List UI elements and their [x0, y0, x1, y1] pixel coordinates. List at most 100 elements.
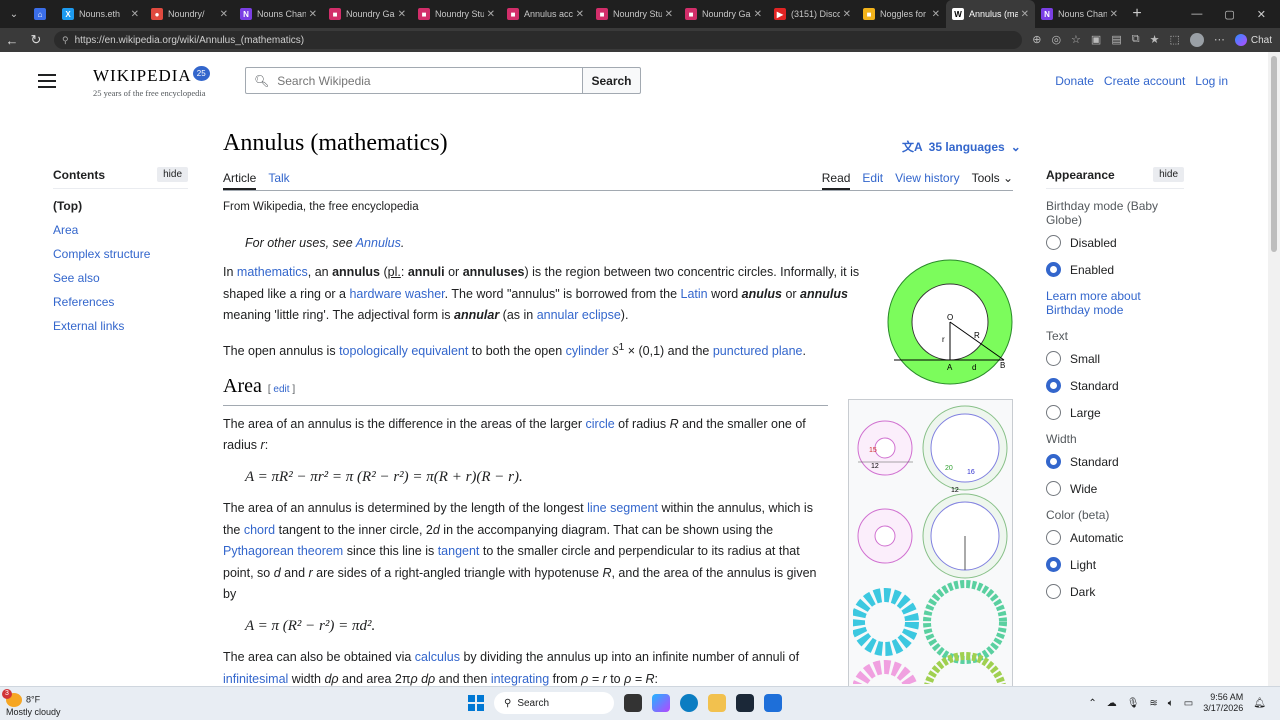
tab-list-button[interactable]: ⌄ — [0, 0, 28, 28]
tray-overflow-icon[interactable]: ⌃ — [1088, 698, 1096, 709]
tab-close-icon[interactable]: ✕ — [220, 9, 228, 20]
wikipedia-logo[interactable]: WIKIPEDIA 25 25 years of the free encyclo… — [93, 66, 210, 98]
radio-option[interactable]: Enabled — [1046, 262, 1184, 277]
link-latin[interactable]: Latin — [681, 287, 708, 301]
tools-menu[interactable]: Tools ⌄ — [972, 171, 1013, 190]
browser-tab[interactable]: ■ Noggles for N✕ — [857, 0, 946, 28]
toc-item[interactable]: External links — [53, 319, 188, 333]
tab-edit[interactable]: Edit — [862, 171, 883, 190]
toc-item[interactable]: Area — [53, 223, 188, 237]
link-circle[interactable]: circle — [586, 417, 615, 431]
tab-close-icon[interactable]: ✕ — [309, 9, 317, 20]
radio-option[interactable]: Large — [1046, 405, 1184, 420]
task-view-icon[interactable] — [624, 694, 642, 712]
profile-avatar[interactable] — [1189, 33, 1204, 47]
maximize-icon[interactable]: ▢ — [1224, 8, 1234, 21]
notifications-icon[interactable]: 🔔︎ — [1253, 698, 1266, 709]
onedrive-icon[interactable]: ☁ — [1107, 698, 1117, 709]
browser-tab[interactable]: ■ Annulus accr ✕ — [501, 0, 590, 28]
windows-start-icon[interactable] — [468, 695, 484, 711]
tab-close-icon[interactable]: ✕ — [576, 9, 584, 20]
browser-tab[interactable]: ■ Noundry Galle✕ — [323, 0, 412, 28]
learn-more-birthday-link[interactable]: Learn more about Birthday mode — [1046, 289, 1184, 317]
link-annular-eclipse[interactable]: annular eclipse — [537, 308, 621, 322]
tab-close-icon[interactable]: ✕ — [1110, 9, 1118, 20]
downloads-icon[interactable]: ⬚ — [1169, 33, 1179, 47]
link-infinitesimal[interactable]: infinitesimal — [223, 672, 288, 686]
link-chord[interactable]: chord — [244, 523, 275, 537]
toc-item[interactable]: See also — [53, 271, 188, 285]
browser-tab[interactable]: ■ Noundry Galle✕ — [679, 0, 768, 28]
link-cylinder[interactable]: cylinder — [566, 344, 609, 358]
area-proof-figure[interactable]: 15 12 20 16 12 — [848, 399, 1013, 686]
favorite-star-icon[interactable]: ☆ — [1071, 33, 1081, 47]
radio-option[interactable]: Standard — [1046, 378, 1184, 393]
new-tab-button[interactable]: + — [1124, 5, 1150, 23]
split-screen-icon[interactable]: ▣ — [1091, 33, 1101, 47]
radio-button[interactable] — [1046, 235, 1061, 250]
main-menu-icon[interactable] — [38, 74, 56, 92]
link-tangent[interactable]: tangent — [438, 544, 480, 558]
tab-talk[interactable]: Talk — [268, 171, 289, 190]
link-mathematics[interactable]: mathematics — [237, 265, 308, 279]
browser-tab[interactable]: ■ Noundry Studi✕ — [590, 0, 679, 28]
radio-button[interactable] — [1046, 557, 1061, 572]
close-window-icon[interactable]: ✕ — [1257, 8, 1266, 21]
tab-close-icon[interactable]: ✕ — [487, 9, 495, 20]
edge-icon[interactable] — [680, 694, 698, 712]
minimize-icon[interactable]: — — [1191, 8, 1202, 21]
radio-button[interactable] — [1046, 584, 1061, 599]
appearance-hide-button[interactable]: hide — [1153, 167, 1184, 182]
microphone-icon[interactable]: 🎙︎ — [1127, 698, 1140, 709]
login-link[interactable]: Log in — [1195, 74, 1228, 88]
link-integrating[interactable]: integrating — [491, 672, 549, 686]
edit-link[interactable]: edit — [273, 384, 289, 395]
radio-button[interactable] — [1046, 351, 1061, 366]
radio-button[interactable] — [1046, 378, 1061, 393]
link-pythagorean-theorem[interactable]: Pythagorean theorem — [223, 544, 343, 558]
radio-option[interactable]: Automatic — [1046, 530, 1184, 545]
browser-tab[interactable]: ▶ (3151) Discor✕ — [768, 0, 857, 28]
tab-article[interactable]: Article — [223, 171, 257, 190]
tab-close-icon[interactable]: ✕ — [398, 9, 406, 20]
language-button[interactable]: 文A 35 languages ⌄ — [902, 138, 1021, 155]
url-field[interactable]: ⚲ https://en.wikipedia.org/wiki/Annulus_(… — [54, 31, 1023, 49]
tab-workspace[interactable]: ⌂ — [28, 0, 56, 28]
tab-close-icon[interactable]: ✕ — [131, 9, 139, 20]
browser-tab[interactable]: X Nouns.eth ✕ — [56, 0, 145, 28]
radio-button[interactable] — [1046, 481, 1061, 496]
link-calculus[interactable]: calculus — [415, 650, 460, 664]
create-account-link[interactable]: Create account — [1104, 74, 1185, 88]
weather-widget[interactable]: 3 8°F Mostly cloudy — [2, 689, 61, 718]
browser-tab[interactable]: ● Noundry/ ✕ — [145, 0, 234, 28]
radio-button[interactable] — [1046, 262, 1061, 277]
scrollbar-thumb[interactable] — [1271, 56, 1277, 252]
donate-link[interactable]: Donate — [1055, 74, 1094, 88]
annulus-diagram[interactable]: O r R A d B — [886, 258, 1016, 388]
tab-view-history[interactable]: View history — [895, 171, 959, 190]
back-icon[interactable]: ← — [0, 33, 24, 48]
copilot-app-icon[interactable] — [652, 694, 670, 712]
browser-tab[interactable]: N Nouns Channe✕ — [234, 0, 323, 28]
page-scrollbar[interactable] — [1268, 52, 1280, 686]
notepad-icon[interactable] — [764, 694, 782, 712]
tab-close-icon[interactable]: ✕ — [754, 9, 762, 20]
tab-close-icon[interactable]: ✕ — [1021, 9, 1029, 20]
tab-close-icon[interactable]: ✕ — [665, 9, 673, 20]
site-info-icon[interactable]: ⚲ — [62, 35, 69, 46]
search-input[interactable] — [277, 73, 558, 88]
reload-icon[interactable]: ↻ — [24, 32, 48, 48]
radio-option[interactable]: Dark — [1046, 584, 1184, 599]
tab-read[interactable]: Read — [821, 171, 851, 190]
battery-icon[interactable]: ▭ — [1184, 698, 1193, 709]
link-line-segment[interactable]: line segment — [587, 501, 658, 515]
tab-close-icon[interactable]: ✕ — [932, 9, 940, 20]
toc-item[interactable]: (Top) — [53, 199, 188, 213]
link-hardware-washer[interactable]: hardware washer — [349, 287, 444, 301]
link-topologically-equivalent[interactable]: topologically equivalent — [339, 344, 468, 358]
toc-hide-button[interactable]: hide — [157, 167, 188, 182]
taskbar-search[interactable]: ⚲ Search — [494, 692, 614, 714]
radio-button[interactable] — [1046, 405, 1061, 420]
tab-close-icon[interactable]: ✕ — [843, 9, 851, 20]
steam-icon[interactable] — [736, 694, 754, 712]
